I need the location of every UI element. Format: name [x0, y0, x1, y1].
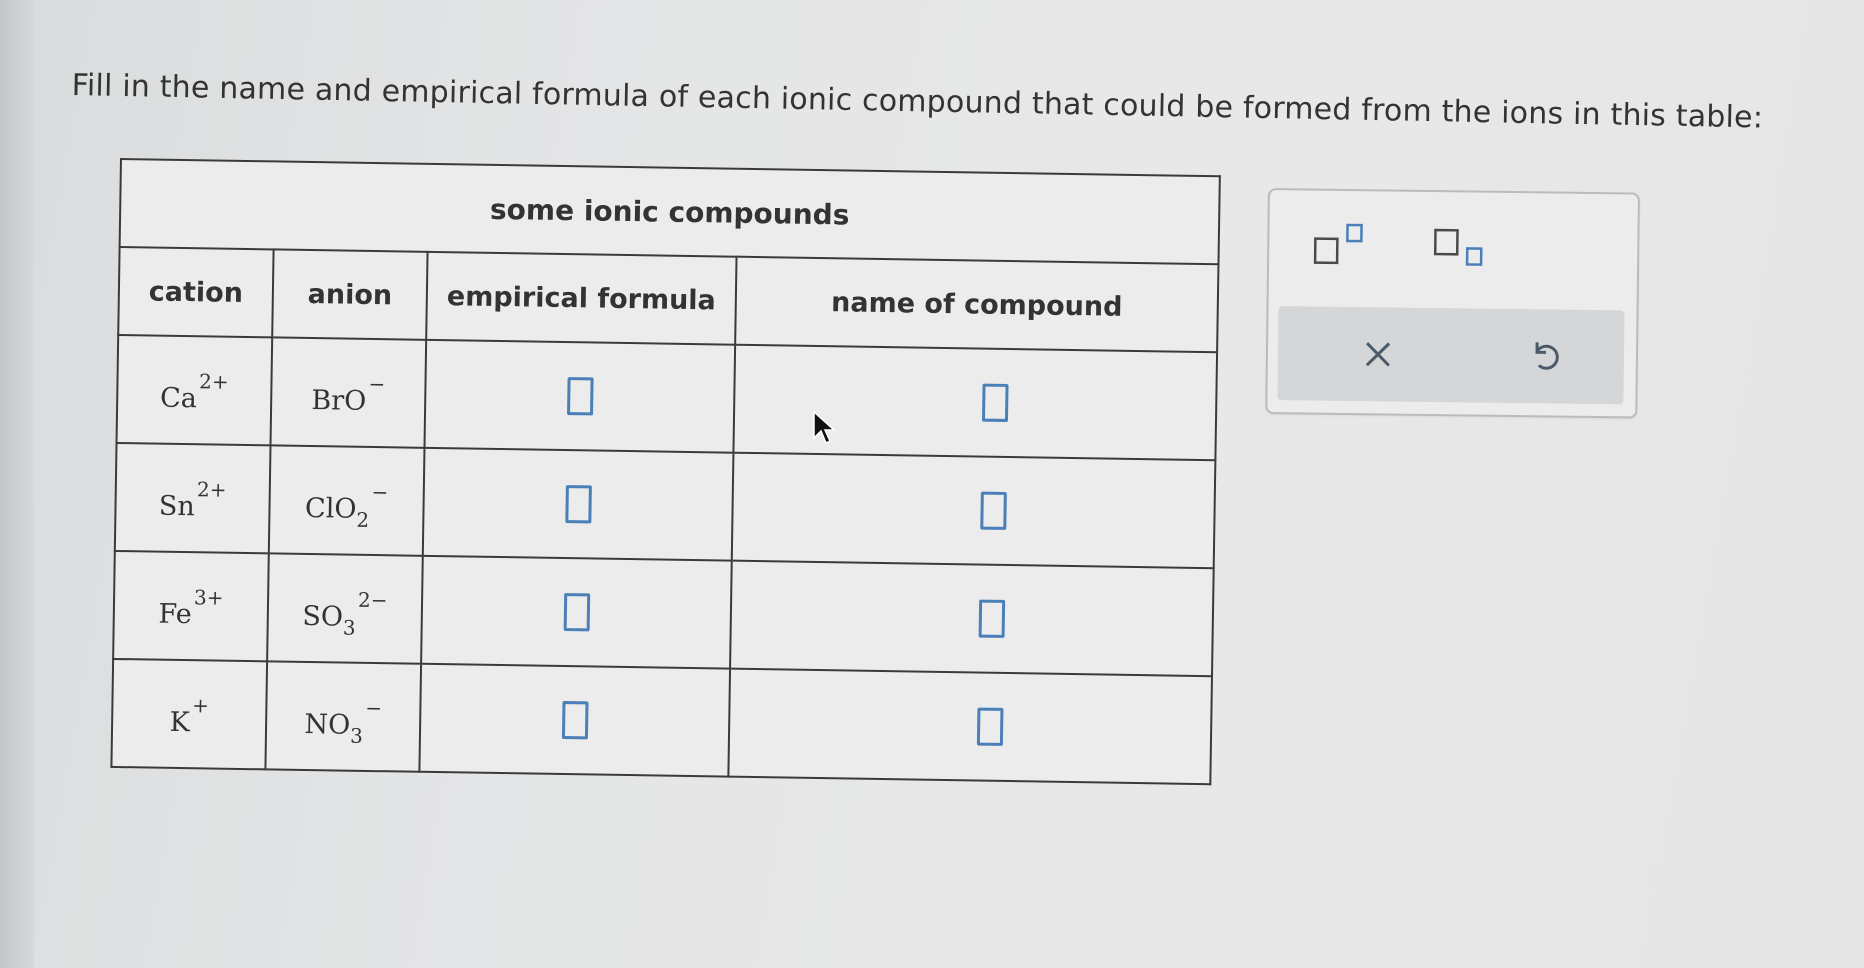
ion-subscript: 3: [342, 615, 356, 640]
header-anion: anion: [272, 249, 428, 340]
header-name-of-compound: name of compound: [735, 256, 1219, 353]
ion-charge: −: [368, 371, 386, 396]
ion-charge: 2+: [196, 476, 227, 502]
compound-name-cell: [731, 452, 1216, 569]
compound-name-cell: [733, 344, 1218, 461]
cation-cell: Sn 2+: [114, 442, 271, 554]
ion-symbol: SO: [302, 600, 344, 633]
anion-cell: NO 3−: [265, 661, 422, 772]
table-row: Fe 3+ SO 3 2−: [113, 550, 1214, 677]
table-row: K + NO 3−: [111, 658, 1212, 785]
ion-symbol: BrO: [311, 384, 367, 417]
header-cation: cation: [118, 247, 274, 338]
empirical-formula-input[interactable]: [561, 701, 589, 740]
formula-tool-panel: [1265, 188, 1640, 419]
anion-ion: NO 3−: [304, 695, 382, 747]
empirical-formula-cell: [421, 555, 732, 669]
ion-symbol: Sn: [158, 490, 195, 522]
ion-charge: +: [191, 692, 210, 717]
empirical-formula-cell: [422, 447, 734, 561]
anion-cell: BrO −: [270, 337, 427, 448]
ion-symbol: Ca: [159, 382, 198, 414]
anion-cell: ClO 2−: [268, 445, 425, 556]
table-row: Ca 2+ BrO −: [116, 334, 1218, 461]
table-caption: some ionic compounds: [119, 159, 1220, 265]
ion-symbol: Fe: [158, 598, 192, 630]
ion-symbol: NO: [304, 708, 351, 741]
instruction-text: Fill in the name and empirical formula o…: [71, 68, 1764, 136]
ion-subscript: 3: [349, 723, 364, 748]
background-edge: [0, 0, 34, 968]
subscript-icon: [1433, 228, 1483, 266]
compound-name-input[interactable]: [981, 383, 1009, 422]
superscript-icon: [1313, 223, 1363, 265]
ionic-compounds-table-container: some ionic compounds cation anion empiri…: [110, 158, 1221, 786]
anion-cell: SO 3 2−: [267, 553, 423, 664]
undo-icon: [1535, 342, 1559, 370]
anion-ion: SO 3 2−: [302, 587, 388, 639]
cation-ion: Fe 3+: [158, 585, 223, 630]
empirical-formula-input[interactable]: [566, 377, 594, 416]
header-empirical-formula: empirical formula: [426, 251, 737, 345]
empirical-formula-input[interactable]: [563, 593, 590, 632]
table-row: Sn 2+ ClO 2−: [114, 442, 1216, 569]
ion-charge: −: [365, 695, 383, 720]
cation-cell: Fe 3+: [113, 550, 269, 662]
anion-ion: ClO 2−: [305, 479, 389, 531]
subscript-button[interactable]: [1431, 222, 1492, 273]
compound-name-input[interactable]: [976, 707, 1004, 746]
cation-cell: K +: [111, 658, 268, 770]
ionic-compounds-table: some ionic compounds cation anion empiri…: [110, 158, 1221, 786]
ion-charge: 3+: [193, 584, 224, 610]
cation-ion: K +: [169, 693, 209, 738]
compound-name-input[interactable]: [980, 491, 1007, 530]
ion-symbol: K: [169, 706, 191, 738]
compound-name-input[interactable]: [978, 599, 1006, 638]
cation-ion: Sn 2+: [159, 477, 227, 522]
ion-symbol: ClO: [304, 492, 357, 525]
empirical-formula-cell: [424, 339, 736, 453]
compound-name-cell: [728, 668, 1212, 785]
empirical-formula-input[interactable]: [564, 485, 592, 524]
cation-cell: Ca 2+: [116, 334, 273, 446]
ion-charge: 2+: [198, 368, 229, 394]
undo-button[interactable]: [1520, 331, 1571, 382]
ion-charge: −: [371, 479, 389, 504]
anion-ion: BrO −: [311, 371, 385, 416]
superscript-button[interactable]: [1311, 221, 1372, 272]
clear-button[interactable]: [1353, 329, 1404, 380]
ion-charge: 2−: [357, 587, 388, 612]
action-bar: [1277, 306, 1625, 405]
formatting-toolbar: [1269, 190, 1638, 304]
empirical-formula-cell: [419, 663, 731, 777]
cation-ion: Ca 2+: [160, 369, 229, 414]
ion-subscript: 2: [356, 507, 370, 532]
compound-name-cell: [730, 560, 1214, 677]
close-icon: [1365, 342, 1391, 367]
mouse-pointer-icon: [813, 410, 836, 445]
